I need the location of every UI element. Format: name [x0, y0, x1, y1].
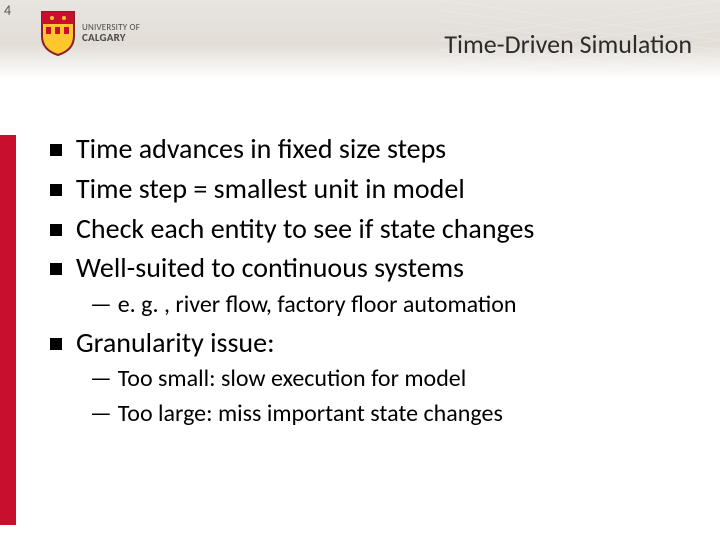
square-bullet-icon [50, 144, 62, 156]
page-number: 4 [4, 2, 11, 19]
square-bullet-icon [50, 224, 62, 236]
sub-bullet-text: e. g. , river flow, factory floor automa… [118, 289, 517, 321]
square-bullet-icon [50, 263, 62, 275]
dash-bullet-icon: — [90, 290, 112, 319]
sub-bullet-item: — Too large: miss important state change… [90, 398, 690, 430]
sub-rest: river flow, factory floor automation [175, 290, 516, 319]
bullet-text: Check each entity to see if state change… [76, 210, 534, 248]
bullet-item: Granularity issue: [50, 324, 690, 362]
square-bullet-icon [50, 184, 62, 196]
bullet-item: Well-suited to continuous systems [50, 249, 690, 287]
bullet-text: Time advances in fixed size steps [76, 130, 446, 168]
content-body: Time advances in fixed size steps Time s… [50, 130, 690, 432]
sub-bullet-item: — Too small: slow execution for model [90, 363, 690, 395]
logo: UNIVERSITY OF CALGARY [40, 10, 140, 56]
logo-line2: CALGARY [82, 32, 140, 44]
bullet-item: Check each entity to see if state change… [50, 210, 690, 248]
bullet-item: Time advances in fixed size steps [50, 130, 690, 168]
sub-bullet-text: Too small: slow execution for model [118, 363, 467, 395]
calgary-shield-icon [40, 10, 76, 56]
sub-prefix: e. g. , [118, 290, 176, 319]
logo-text: UNIVERSITY OF CALGARY [82, 23, 140, 44]
red-strip [0, 135, 16, 525]
sub-bullet-item: — e. g. , river flow, factory floor auto… [90, 289, 690, 321]
sub-bullet-text: Too large: miss important state changes [118, 398, 503, 430]
dash-bullet-icon: — [90, 364, 112, 393]
bullet-text: Time step = smallest unit in model [76, 170, 465, 208]
bullet-text: Granularity issue: [76, 324, 275, 362]
bullet-text: Well-suited to continuous systems [76, 249, 464, 287]
slide: 4 UNIVERSITY OF CALGARY Time-Driven Simu… [0, 0, 720, 540]
bullet-item: Time step = smallest unit in model [50, 170, 690, 208]
dash-bullet-icon: — [90, 399, 112, 428]
square-bullet-icon [50, 338, 62, 350]
slide-title: Time-Driven Simulation [444, 28, 692, 60]
